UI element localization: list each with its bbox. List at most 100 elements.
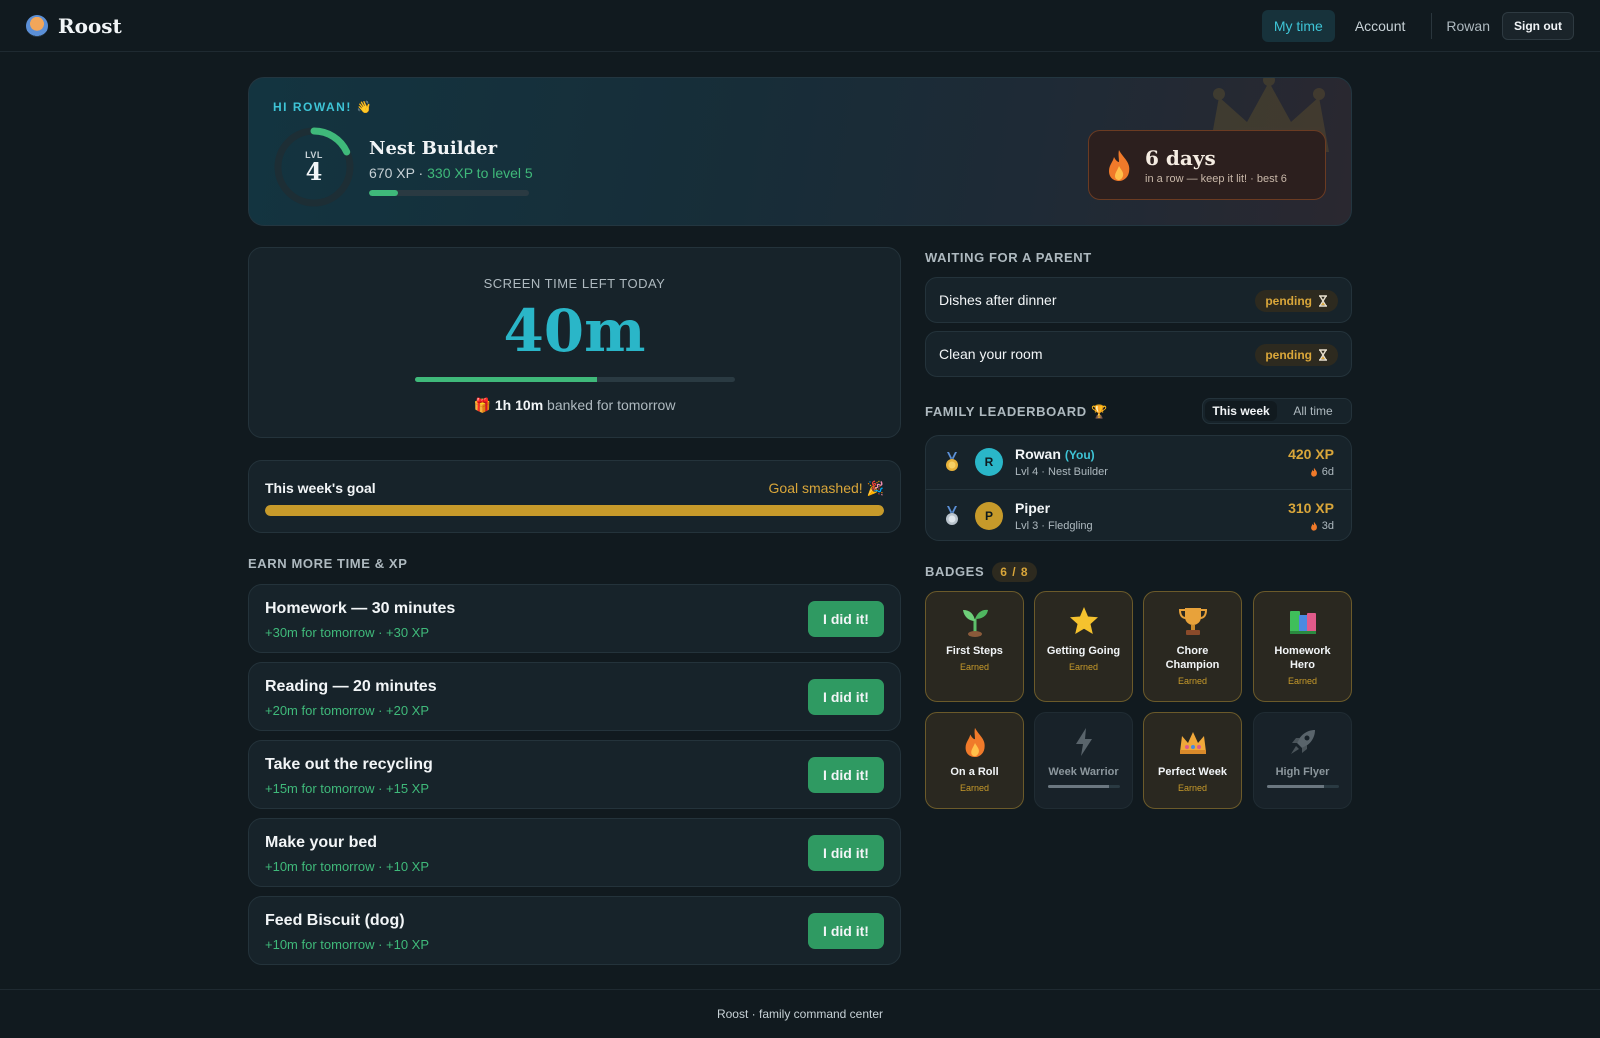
i-did-it-button[interactable]: I did it! [808,835,884,871]
xp-total: 670 XP · [369,165,428,181]
badge-name: Getting Going [1046,645,1121,657]
badge-progress-bar [1047,785,1120,788]
main-nav: My time Account Rowan Sign out [1261,9,1574,42]
pending-status: pending [1265,294,1312,308]
player-level: Lvl 3 · Fledgling [1015,520,1093,532]
leaderboard-heading: FAMILY LEADERBOARD 🏆 [925,404,1108,419]
nav-tab-account[interactable]: Account [1343,10,1418,42]
badge-name: Chore Champion [1165,645,1220,671]
player-name-text: Rowan [1015,446,1061,462]
player-name: Rowan (You) [1015,446,1095,462]
player-name: Piper [1015,500,1050,516]
i-did-it-button[interactable]: I did it! [808,757,884,793]
screen-time-bar-fill [415,377,598,382]
task-reward: +15m for tomorrow · +15 XP [265,781,430,796]
footer: Roost · family command center [0,989,1600,1038]
crown-icon [1179,732,1206,754]
rocket-icon [1290,730,1315,754]
nav-divider [1431,12,1433,39]
badge-name: Week Warrior [1048,766,1119,778]
avatar: R [975,448,1003,476]
lightning-icon [1075,728,1092,756]
pending-chore: Dishes after dinner pending [925,277,1352,323]
footer-text: Roost · family command center [716,1007,884,1021]
greeting: HI ROWAN! 👋 [273,100,374,114]
earn-heading: EARN MORE TIME & XP [248,556,408,571]
screen-time-label: SCREEN TIME LEFT TODAY [483,276,666,291]
i-did-it-button[interactable]: I did it! [808,679,884,715]
pending-badge: pending [1255,344,1338,366]
flame-icon [1310,521,1317,531]
gold-medal-icon [946,452,958,471]
badges-heading: BADGES 6 / 8 [925,562,1037,582]
badge-on-a-roll[interactable]: On a Roll Earned [925,712,1024,809]
screen-time-value: 40m [503,297,646,365]
current-user-name: Rowan [1446,17,1490,34]
screen-time-card: SCREEN TIME LEFT TODAY 40m 🎁 1h 10m bank… [248,247,901,438]
badge-status: Earned [1068,662,1099,672]
books-icon [1289,611,1316,634]
banked-amount: 1h 10m [494,397,544,413]
leaderboard-card: R Rowan (You) Lvl 4 · Nest Builder 420 XP… [925,435,1352,541]
task-title: Make your bed [265,834,378,851]
sprout-icon [962,609,988,637]
task-title: Feed Biscuit (dog) [265,912,405,929]
nav-tab-my-time[interactable]: My time [1261,9,1335,42]
badge-name: Perfect Week [1158,766,1227,778]
hero-banner: HI ROWAN! 👋 LVL 4 Nest Builder 670 XP · … [248,77,1352,226]
roost-logo-icon [26,14,48,37]
you-tag: (You) [1064,448,1095,462]
task-card: Make your bed +10m for tomorrow · +10 XP… [248,818,901,887]
gift-icon: 🎁 [473,397,491,413]
player-xp: 420 XP [1288,446,1334,462]
rank-title: Nest Builder [369,138,498,159]
flame-icon [1310,467,1317,477]
badge-name: On a Roll [950,766,999,778]
badge-perfect-week[interactable]: Perfect Week Earned [1143,712,1242,809]
banked-suffix: banked for tomorrow [543,397,676,413]
streak-card: 6 days in a row — keep it lit! · best 6 [1088,130,1326,200]
badge-status: Earned [1177,783,1208,793]
badge-chore-champion[interactable]: Chore Champion Earned [1143,591,1242,702]
badge-high-flyer[interactable]: High Flyer [1253,712,1352,809]
badge-homework-hero[interactable]: Homework Hero Earned [1253,591,1352,702]
pending-chore-label: Dishes after dinner [939,292,1057,308]
level-ring: LVL 4 [273,126,355,208]
badge-status: Earned [959,662,990,672]
xp-progress-fill [369,190,398,196]
badge-progress-fill [1047,785,1110,788]
sign-out-button[interactable]: Sign out [1502,11,1574,40]
goal-progress-bar [265,505,884,516]
player-streak: 3d [1310,520,1334,532]
goal-progress-fill [265,505,884,516]
banked-time: 🎁 1h 10m banked for tomorrow [249,397,900,414]
task-card: Take out the recycling +15m for tomorrow… [248,740,901,809]
i-did-it-button[interactable]: I did it! [808,601,884,637]
tab-this-week[interactable]: This week [1205,401,1277,421]
avatar: P [975,502,1003,530]
streak-text: 6 days in a row — keep it lit! · best 6 [1145,146,1287,185]
player-xp: 310 XP [1288,500,1334,516]
trophy-icon [1178,608,1207,635]
player-name-text: Piper [1015,500,1051,516]
task-title: Take out the recycling [265,756,433,773]
xp-progress-bar [369,190,529,196]
badge-first-steps[interactable]: First Steps Earned [925,591,1024,702]
player-level: Lvl 4 · Nest Builder [1015,466,1108,478]
tab-all-time[interactable]: All time [1277,401,1349,421]
i-did-it-button[interactable]: I did it! [808,913,884,949]
badge-status: Earned [959,783,990,793]
badge-week-warrior[interactable]: Week Warrior [1034,712,1133,809]
leaderboard-row[interactable]: P Piper Lvl 3 · Fledgling 310 XP 3d [926,489,1351,540]
leaderboard-row[interactable]: R Rowan (You) Lvl 4 · Nest Builder 420 XP… [926,436,1351,488]
player-streak-value: 6d [1321,466,1334,478]
task-reward: +30m for tomorrow · +30 XP [265,625,430,640]
streak-subtitle: in a row — keep it lit! · best 6 [1145,172,1287,185]
pending-chore-label: Clean your room [939,346,1043,362]
hourglass-icon [1319,295,1327,307]
badges-title: BADGES [925,564,985,579]
brand[interactable]: Roost [26,14,122,38]
pending-badge: pending [1255,290,1338,312]
badge-getting-going[interactable]: Getting Going Earned [1034,591,1133,702]
task-reward: +10m for tomorrow · +10 XP [265,859,430,874]
